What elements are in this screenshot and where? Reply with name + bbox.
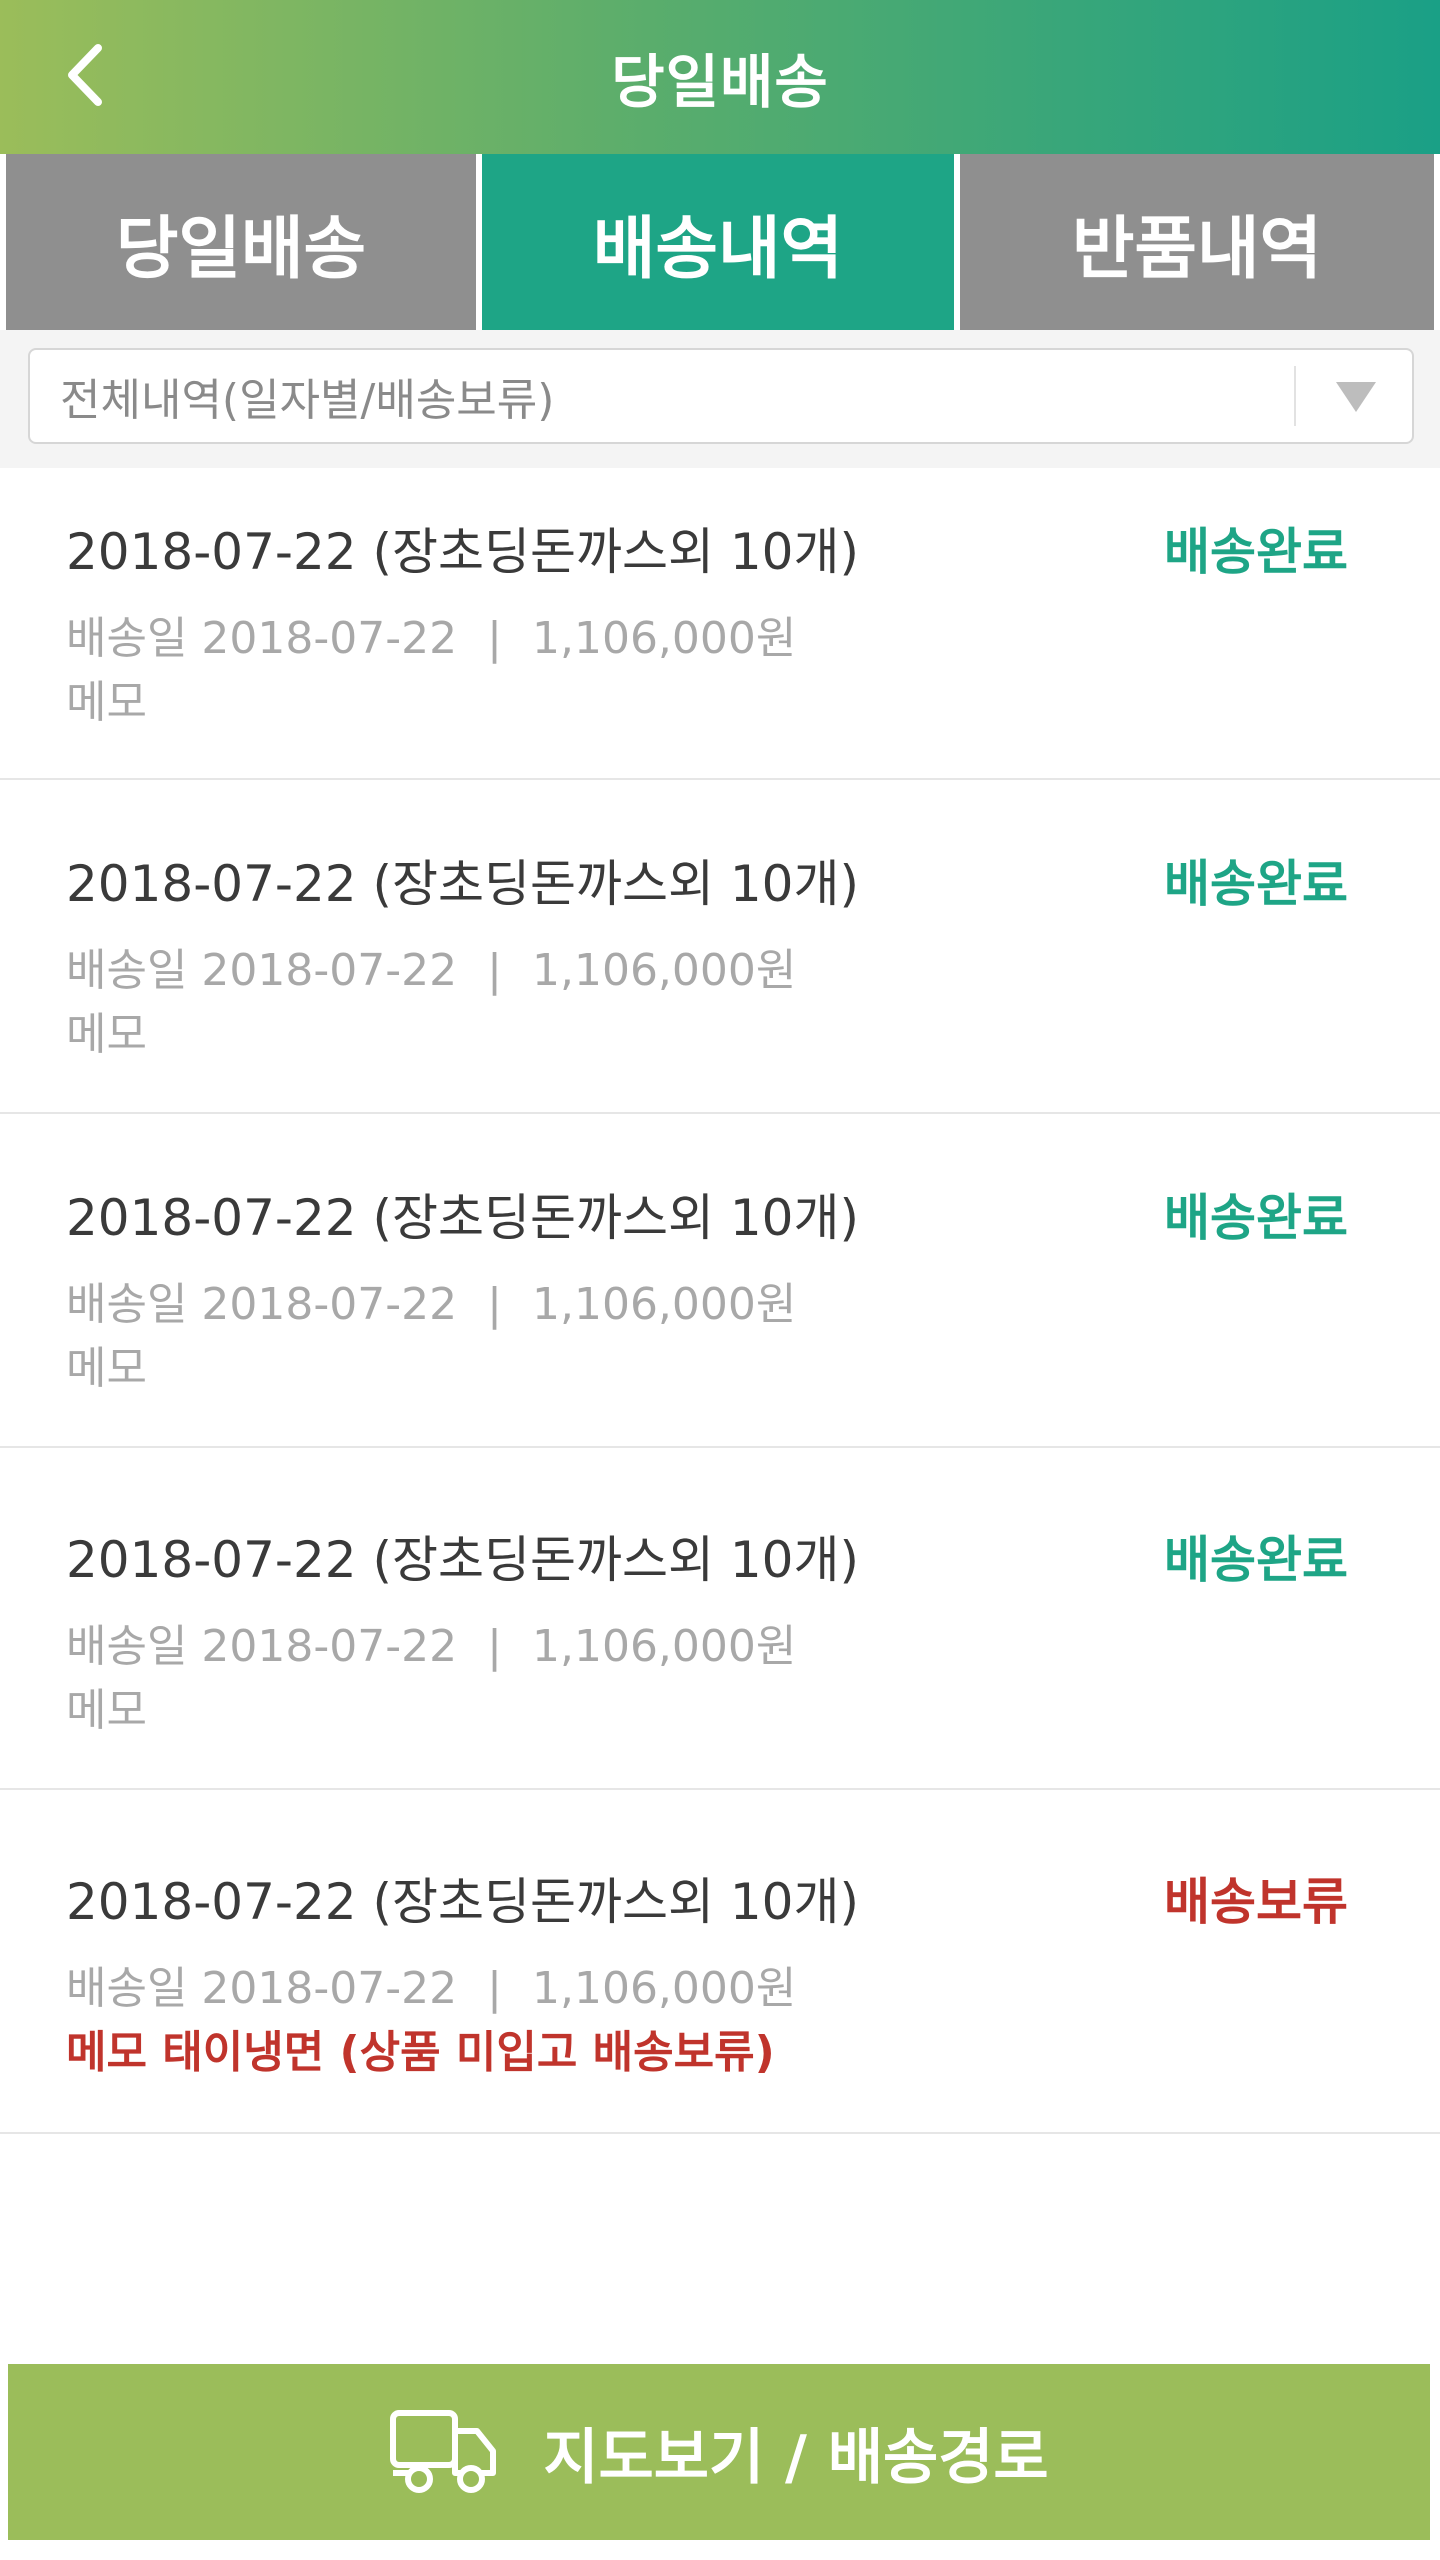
order-title: 2018-07-22 (장초딩돈까스외 10개)	[66, 523, 859, 581]
tab-bar: 당일배송 배송내역 반품내역	[0, 154, 1440, 330]
delivery-date: 배송일 2018-07-22	[66, 613, 458, 664]
map-route-button[interactable]: 지도보기 / 배송경로	[8, 2364, 1430, 2540]
meta-separator: |	[487, 945, 502, 996]
order-row[interactable]: 2018-07-22 (장초딩돈까스외 10개) 배송보류 배송일 2018-0…	[0, 1790, 1440, 2134]
order-meta: 배송일 2018-07-22 | 1,106,000원	[66, 1952, 796, 2016]
order-title: 2018-07-22 (장초딩돈까스외 10개)	[66, 1873, 859, 1931]
meta-separator: |	[487, 1963, 502, 2014]
order-amount: 1,106,000원	[531, 945, 797, 996]
tab-delivery-history[interactable]: 배송내역	[482, 154, 954, 330]
delivery-date: 배송일 2018-07-22	[66, 1621, 458, 1672]
order-meta: 배송일 2018-07-22 | 1,106,000원	[66, 1610, 796, 1674]
chevron-left-icon	[68, 44, 102, 106]
filter-dropdown[interactable]: 전체내역(일자별/배송보류)	[28, 348, 1414, 444]
meta-separator: |	[487, 613, 502, 664]
order-row[interactable]: 2018-07-22 (장초딩돈까스외 10개) 배송완료 배송일 2018-0…	[0, 780, 1440, 1114]
order-amount: 1,106,000원	[531, 1963, 797, 2014]
delivery-date: 배송일 2018-07-22	[66, 1963, 458, 2014]
order-meta: 배송일 2018-07-22 | 1,106,000원	[66, 602, 796, 666]
order-memo: 메모	[66, 1685, 147, 1736]
truck-icon	[390, 2410, 497, 2493]
filter-bar: 전체내역(일자별/배송보류)	[0, 330, 1440, 468]
order-row[interactable]: 2018-07-22 (장초딩돈까스외 10개) 배송완료 배송일 2018-0…	[0, 1448, 1440, 1790]
order-row[interactable]: 2018-07-22 (장초딩돈까스외 10개) 배송완료 배송일 2018-0…	[0, 468, 1440, 780]
order-amount: 1,106,000원	[531, 613, 797, 664]
order-title: 2018-07-22 (장초딩돈까스외 10개)	[66, 855, 859, 913]
tab-same-day-delivery[interactable]: 당일배송	[6, 154, 476, 330]
order-status: 배송완료	[1164, 1189, 1348, 1247]
order-meta: 배송일 2018-07-22 | 1,106,000원	[66, 934, 796, 998]
order-amount: 1,106,000원	[531, 1279, 797, 1330]
order-status: 배송완료	[1164, 1531, 1348, 1589]
order-memo: 메모	[66, 677, 147, 728]
filter-selected-value: 전체내역(일자별/배송보류)	[60, 375, 555, 426]
delivery-date: 배송일 2018-07-22	[66, 945, 458, 996]
meta-separator: |	[487, 1621, 502, 1672]
order-amount: 1,106,000원	[531, 1621, 797, 1672]
tab-return-history[interactable]: 반품내역	[960, 154, 1434, 330]
order-title: 2018-07-22 (장초딩돈까스외 10개)	[66, 1531, 859, 1589]
dropdown-divider	[1294, 366, 1296, 426]
meta-separator: |	[487, 1279, 502, 1330]
app-header: 당일배송	[0, 0, 1440, 154]
order-meta: 배송일 2018-07-22 | 1,106,000원	[66, 1268, 796, 1332]
order-memo: 메모	[66, 1343, 147, 1394]
order-memo: 메모 태이냉면 (상품 미입고 배송보류)	[66, 2027, 775, 2078]
order-row[interactable]: 2018-07-22 (장초딩돈까스외 10개) 배송완료 배송일 2018-0…	[0, 1114, 1440, 1448]
order-status: 배송완료	[1164, 855, 1348, 913]
triangle-down-icon	[1336, 382, 1376, 412]
delivery-date: 배송일 2018-07-22	[66, 1279, 458, 1330]
map-route-label: 지도보기 / 배송경로	[543, 2422, 1049, 2493]
order-title: 2018-07-22 (장초딩돈까스외 10개)	[66, 1189, 859, 1247]
order-memo: 메모	[66, 1009, 147, 1060]
order-status: 배송보류	[1164, 1873, 1348, 1931]
page-title: 당일배송	[611, 48, 829, 116]
back-button[interactable]	[40, 30, 130, 120]
order-status: 배송완료	[1164, 523, 1348, 581]
